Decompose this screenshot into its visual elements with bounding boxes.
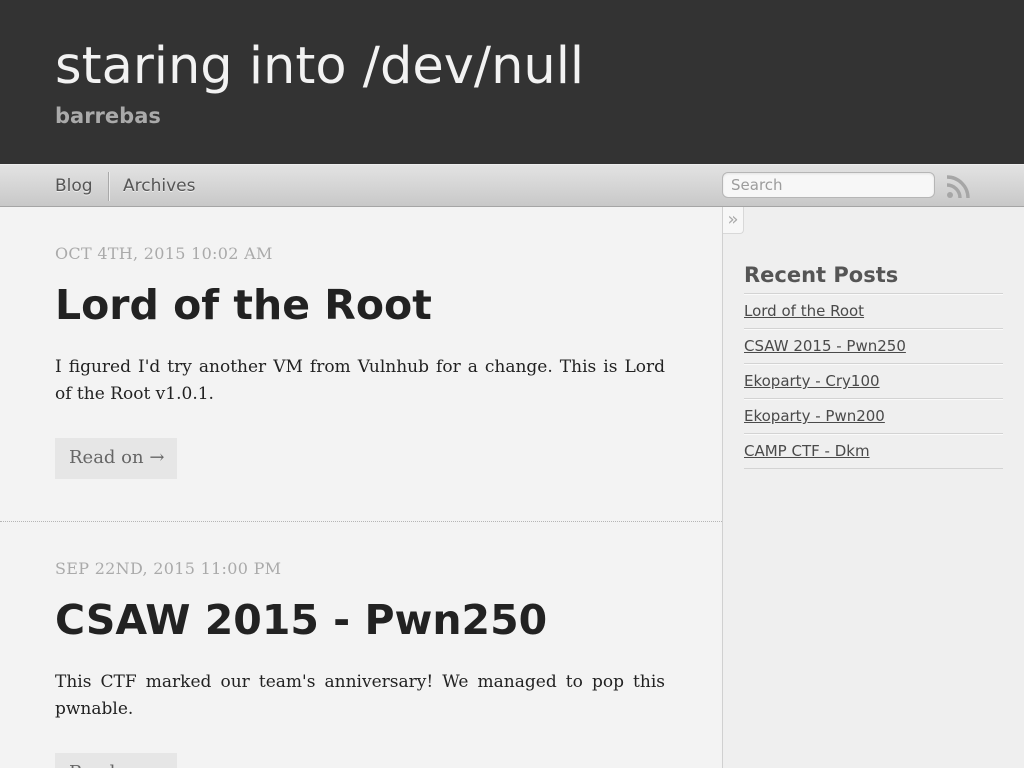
recent-post-link[interactable]: CAMP CTF - Dkm [744, 442, 870, 460]
post-separator [0, 521, 722, 522]
recent-posts-heading: Recent Posts [744, 260, 1003, 294]
nav-archives-link[interactable]: Archives [123, 165, 195, 206]
site-title[interactable]: staring into /dev/null [55, 33, 584, 101]
recent-post-link[interactable]: Ekoparty - Pwn200 [744, 407, 885, 425]
list-item: Lord of the Root [744, 294, 1003, 329]
post-entry: OCT 4TH, 2015 10:02 AM Lord of the Root … [55, 244, 665, 479]
recent-posts-list: Lord of the Root CSAW 2015 - Pwn250 Ekop… [744, 294, 1003, 469]
nav-divider [108, 172, 109, 201]
sidebar-collapse-toggle[interactable]: » [723, 207, 744, 234]
post-excerpt: I figured I'd try another VM from Vulnhu… [55, 357, 665, 404]
read-on-button[interactable]: Read on → [55, 753, 177, 768]
post-date: SEP 22ND, 2015 11:00 PM [55, 559, 282, 578]
sidebar: » Recent Posts Lord of the Root CSAW 201… [722, 207, 1024, 768]
site-header: staring into /dev/null barrebas [0, 0, 1024, 164]
post-entry: SEP 22ND, 2015 11:00 PM CSAW 2015 - Pwn2… [55, 559, 665, 768]
read-on-button[interactable]: Read on → [55, 438, 177, 479]
nav-blog-link[interactable]: Blog [55, 165, 93, 206]
recent-post-link[interactable]: Ekoparty - Cry100 [744, 372, 880, 390]
post-date: OCT 4TH, 2015 10:02 AM [55, 244, 273, 263]
search-input[interactable] [722, 172, 935, 198]
list-item: CSAW 2015 - Pwn250 [744, 329, 1003, 364]
list-item: CAMP CTF - Dkm [744, 434, 1003, 469]
post-title-link[interactable]: Lord of the Root [55, 280, 665, 330]
list-item: Ekoparty - Pwn200 [744, 399, 1003, 434]
site-subtitle: barrebas [55, 104, 161, 128]
post-excerpt: This CTF marked our team's anniversary! … [55, 672, 665, 719]
main-nav: Blog Archives [0, 164, 1024, 207]
recent-post-link[interactable]: Lord of the Root [744, 302, 864, 320]
rss-icon[interactable] [946, 175, 970, 199]
recent-post-link[interactable]: CSAW 2015 - Pwn250 [744, 337, 906, 355]
list-item: Ekoparty - Cry100 [744, 364, 1003, 399]
post-title-link[interactable]: CSAW 2015 - Pwn250 [55, 595, 665, 645]
post-list: OCT 4TH, 2015 10:02 AM Lord of the Root … [0, 207, 722, 768]
